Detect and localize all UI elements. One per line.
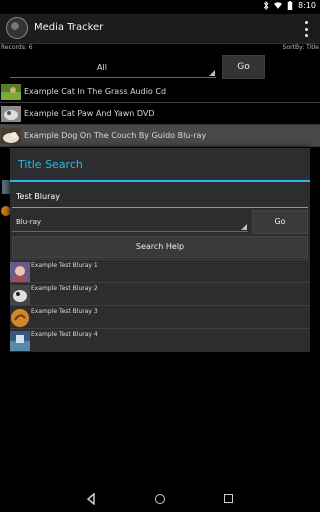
bluray-1-thumbnail bbox=[10, 262, 30, 282]
dropdown-arrow-icon bbox=[241, 224, 247, 230]
search-go-button[interactable]: Go bbox=[252, 210, 308, 234]
status-bar: 8:10 bbox=[0, 0, 320, 14]
search-result-item[interactable]: Example Test Bluray 2 bbox=[10, 282, 310, 305]
dialog-divider bbox=[10, 180, 310, 182]
search-result-item[interactable]: Example Test Bluray 4 bbox=[10, 328, 310, 351]
search-result-item[interactable]: Example Test Bluray 1 bbox=[10, 259, 310, 282]
action-bar: Media Tracker bbox=[0, 14, 320, 44]
list-item[interactable]: Example Cat In The Grass Audio Cd bbox=[0, 81, 320, 103]
cat-paw-thumbnail bbox=[1, 106, 21, 122]
search-result-label: Example Test Bluray 1 bbox=[31, 262, 98, 269]
recent-apps-icon[interactable] bbox=[224, 494, 233, 503]
bluetooth-icon bbox=[263, 1, 269, 10]
media-type-value: Blu-ray bbox=[16, 218, 42, 226]
search-result-label: Example Test Bluray 4 bbox=[31, 331, 98, 338]
grass-cat-thumbnail bbox=[1, 84, 21, 100]
title-search-input[interactable] bbox=[12, 186, 308, 208]
search-result-label: Example Test Bluray 2 bbox=[31, 285, 98, 292]
filter-go-button[interactable]: Go bbox=[222, 55, 265, 79]
list-item-label: Example Cat In The Grass Audio Cd bbox=[24, 87, 167, 96]
search-result-label: Example Test Bluray 3 bbox=[31, 308, 98, 315]
list-item-label: Example Dog On The Couch By Guido Blu-ra… bbox=[24, 131, 207, 140]
media-type-select[interactable]: Blu-ray bbox=[12, 212, 248, 232]
dog-couch-thumbnail bbox=[1, 128, 21, 144]
category-filter-select[interactable]: All bbox=[10, 56, 216, 78]
search-help-button[interactable]: Search Help bbox=[12, 236, 308, 258]
app-logo-icon[interactable] bbox=[6, 17, 28, 39]
app-title: Media Tracker bbox=[34, 22, 104, 33]
back-icon[interactable] bbox=[86, 493, 96, 505]
list-item[interactable]: Example Cat Paw And Yawn DVD bbox=[0, 103, 320, 125]
bluray-3-thumbnail bbox=[10, 308, 30, 328]
wifi-icon bbox=[274, 2, 283, 9]
sort-by-label: SortBy: Title bbox=[282, 44, 319, 51]
bluray-4-thumbnail bbox=[10, 331, 30, 351]
records-count: Records: 6 bbox=[1, 44, 33, 51]
search-result-item[interactable]: Example Test Bluray 3 bbox=[10, 305, 310, 328]
overflow-menu-icon[interactable] bbox=[300, 21, 312, 37]
category-filter-value: All bbox=[97, 63, 107, 72]
dialog-title: Title Search bbox=[18, 158, 83, 171]
bluray-2-thumbnail bbox=[10, 285, 30, 305]
status-time: 8:10 bbox=[298, 1, 316, 10]
filter-bar: All Go bbox=[0, 54, 320, 80]
list-item[interactable]: Example Dog On The Couch By Guido Blu-ra… bbox=[0, 125, 320, 147]
list-item-label: Example Cat Paw And Yawn DVD bbox=[24, 109, 155, 118]
info-bar: Records: 6 SortBy: Title bbox=[0, 44, 320, 54]
dropdown-arrow-icon bbox=[209, 70, 215, 76]
title-search-dialog: Title Search Blu-ray Go Search Help Exam… bbox=[10, 148, 310, 352]
navigation-bar bbox=[0, 486, 320, 512]
home-icon[interactable] bbox=[155, 494, 165, 504]
battery-icon bbox=[287, 1, 293, 10]
